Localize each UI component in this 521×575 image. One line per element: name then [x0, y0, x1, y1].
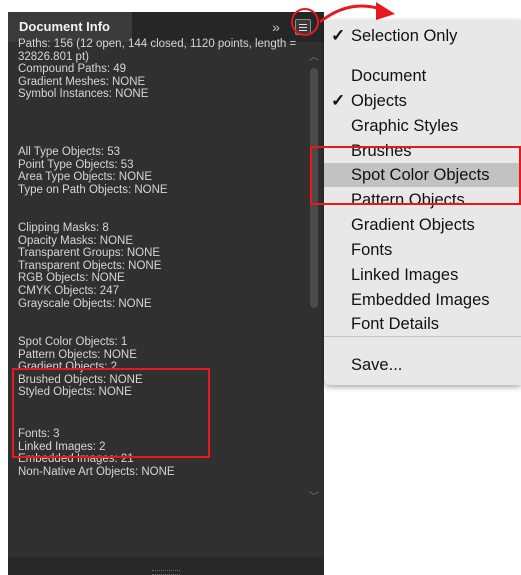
info-group-type: All Type Objects: 53 Point Type Objects:… — [18, 146, 298, 196]
scroll-up-icon[interactable]: ︿ — [308, 52, 320, 64]
info-line: Opacity Masks: NONE — [18, 234, 134, 247]
menu-item-label: Document — [351, 67, 427, 85]
checkmark-icon: ✓ — [331, 91, 346, 110]
resize-grip-icon[interactable] — [152, 570, 180, 575]
menu-item-document[interactable]: Document — [324, 64, 521, 88]
menu-item-linked-images[interactable]: Linked Images — [324, 263, 521, 287]
info-line: Area Type Objects: NONE — [18, 171, 153, 184]
menu-item-label: Embedded Images — [351, 291, 490, 309]
highlight-box-object-counts — [12, 368, 210, 458]
checkmark-icon: ✓ — [331, 26, 346, 45]
info-group-masks: Clipping Masks: 8 Opacity Masks: NONE Tr… — [18, 222, 298, 310]
menu-item-objects[interactable]: ✓ Objects — [324, 89, 521, 113]
menu-item-selection-only[interactable]: ✓ Selection Only — [324, 24, 521, 48]
info-line: Spot Color Objects: 1 — [18, 336, 128, 348]
info-line: Compound Paths: 49 — [18, 63, 127, 76]
info-line: Transparent Groups: NONE — [18, 247, 161, 260]
info-line: RGB Objects: NONE — [18, 272, 125, 285]
info-line: Transparent Objects: NONE — [18, 259, 162, 272]
info-line: CMYK Objects: 247 — [18, 284, 119, 297]
menu-item-label: Save... — [351, 356, 403, 374]
menu-item-label: Graphic Styles — [351, 117, 459, 135]
info-line: Grayscale Objects: NONE — [18, 297, 152, 310]
panel-footer — [8, 557, 324, 575]
menu-item-font-details[interactable]: Font Details — [324, 312, 521, 336]
menu-item-label: Gradient Objects — [351, 216, 475, 234]
collapse-panel-icon[interactable]: » — [267, 17, 285, 37]
menu-item-label: Selection Only — [351, 27, 458, 45]
menu-item-fonts[interactable]: Fonts — [324, 238, 521, 262]
info-line: Gradient Meshes: NONE — [18, 75, 146, 88]
menu-item-embedded-images[interactable]: Embedded Images — [324, 288, 521, 312]
highlight-box-spot-color-menu-item — [310, 146, 521, 205]
menu-item-label: Linked Images — [351, 266, 459, 284]
document-info-panel: Document Info » Paths: 156 (12 open, 144… — [8, 12, 324, 575]
info-line: Type on Path Objects: NONE — [18, 183, 168, 196]
scroll-down-icon[interactable]: ﹀ — [308, 492, 320, 504]
info-line: Pattern Objects: NONE — [18, 348, 137, 361]
scrollbar[interactable]: ︿ ﹀ — [308, 52, 320, 506]
menu-item-save[interactable]: Save... — [324, 353, 521, 377]
menu-item-label: Fonts — [351, 241, 393, 259]
info-line: Non-Native Art Objects: NONE — [18, 465, 175, 478]
info-group-paths: Paths: 156 (12 open, 144 closed, 1120 po… — [18, 38, 298, 101]
info-line: All Type Objects: 53 — [18, 146, 121, 158]
menu-item-graphic-styles[interactable]: Graphic Styles — [324, 114, 521, 138]
menu-item-label: Objects — [351, 92, 407, 110]
info-line: Paths: 156 (12 open, 144 closed, 1120 po… — [18, 38, 297, 63]
menu-item-gradient-objects[interactable]: Gradient Objects — [324, 213, 521, 237]
info-line: Symbol Instances: NONE — [18, 88, 149, 101]
menu-separator — [324, 336, 521, 337]
menu-item-label: Font Details — [351, 315, 440, 333]
info-line: Clipping Masks: 8 — [18, 222, 109, 234]
info-line: Point Type Objects: 53 — [18, 158, 134, 171]
